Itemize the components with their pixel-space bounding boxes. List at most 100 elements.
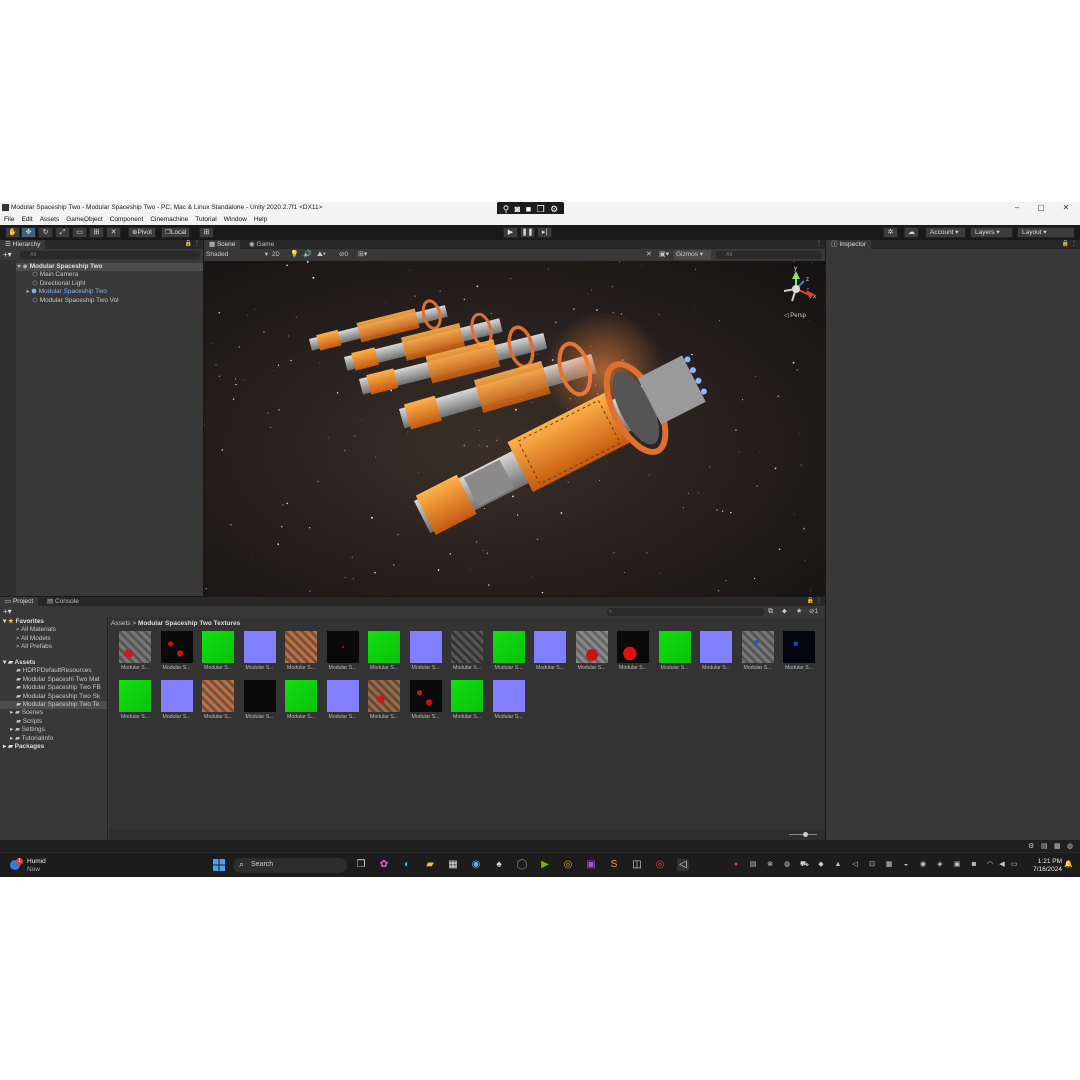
- minimize-button[interactable]: –: [1010, 203, 1024, 212]
- assets-header[interactable]: ▾ ▰ Assets: [3, 659, 107, 667]
- pause-button[interactable]: ❚❚: [520, 227, 535, 238]
- tray-icon-record[interactable]: ●: [732, 861, 740, 869]
- texture-thumbnail[interactable]: [451, 680, 483, 712]
- scale-tool-icon[interactable]: ⤢: [55, 227, 70, 238]
- file-explorer-icon[interactable]: ▰: [424, 859, 436, 871]
- effects-dropdown-icon[interactable]: ⛰▾: [317, 250, 326, 260]
- tray-icon-app-h[interactable]: ▣: [953, 861, 961, 869]
- sublime-icon[interactable]: S: [608, 859, 620, 871]
- add-dropdown-icon[interactable]: +▾: [3, 249, 12, 260]
- gizmos-dropdown[interactable]: Gizmos ▾: [674, 250, 711, 260]
- alienware-icon[interactable]: ♠: [493, 859, 505, 871]
- inspector-menu-icon[interactable]: 🔒 ⋮: [1062, 240, 1077, 249]
- collab-icon[interactable]: ✲: [883, 227, 898, 238]
- filter-label-icon[interactable]: ⬥: [782, 606, 787, 617]
- hidden-packages-toggle[interactable]: ⊘1: [809, 606, 818, 617]
- breadcrumb-root[interactable]: Assets: [111, 620, 131, 627]
- texture-thumbnail[interactable]: [617, 631, 649, 663]
- hidden-layers-toggle[interactable]: ⊘0: [339, 250, 348, 260]
- tab-hierarchy[interactable]: ☰ Hierarchy: [0, 240, 46, 249]
- texture-thumbnail[interactable]: [119, 680, 151, 712]
- menu-window[interactable]: Window: [224, 214, 247, 225]
- tray-icon-app-b[interactable]: ▲: [834, 861, 842, 869]
- scene-menu-icon[interactable]: ⋮: [816, 240, 822, 249]
- texture-thumbnail[interactable]: [700, 631, 732, 663]
- custom-tool-icon[interactable]: ✕: [106, 227, 121, 238]
- local-toggle[interactable]: ❒Local: [161, 227, 191, 238]
- folder-settings[interactable]: ▸ ▰ Settings: [10, 726, 107, 734]
- project-search-input[interactable]: ⌕: [607, 607, 764, 616]
- texture-thumbnail[interactable]: [575, 631, 608, 663]
- texture-thumbnail[interactable]: [160, 631, 193, 663]
- tray-icon-app-c[interactable]: ⊡: [868, 861, 876, 869]
- edge-browser-icon[interactable]: ◐: [401, 859, 413, 871]
- account-dropdown[interactable]: Account ▾: [925, 227, 966, 238]
- app-icon-3[interactable]: ◫: [631, 859, 643, 871]
- favorites-header[interactable]: ▾ ★ Favorites: [3, 618, 107, 626]
- scene-viewport[interactable]: y x z ◁ Persp: [204, 261, 825, 596]
- texture-thumbnail[interactable]: [451, 631, 483, 663]
- folder-materials[interactable]: ▰ Modular Spaceshi Two Mat: [16, 676, 107, 684]
- clipchamp-icon[interactable]: ▣: [585, 859, 597, 871]
- favorite-all-materials[interactable]: ⌕ All Materials: [16, 626, 107, 634]
- folder-tutorialinfo[interactable]: ▸ ▰ TutorialInfo: [10, 735, 107, 743]
- menu-assets[interactable]: Assets: [40, 214, 60, 225]
- favorite-all-prefabs[interactable]: ⌕ All Prefabs: [16, 643, 107, 651]
- tray-icon-app-g[interactable]: ◈: [936, 861, 944, 869]
- texture-thumbnail[interactable]: [492, 680, 525, 712]
- tray-icon-app-f[interactable]: ◉: [919, 861, 927, 869]
- folder-skybox[interactable]: ▰ Modular Spaceship Two Sk: [16, 693, 107, 701]
- menu-tutorial[interactable]: Tutorial: [195, 214, 216, 225]
- tray-icon-vs[interactable]: ◁: [851, 861, 859, 869]
- texture-thumbnail[interactable]: [202, 631, 234, 663]
- tree-item-scene[interactable]: ▾ ◈ Modular Spaceship Two: [16, 263, 203, 272]
- folder-hdrp-default-resources[interactable]: ▰ HDRPDefaultResources: [16, 667, 107, 675]
- tree-item-volume[interactable]: ⬡ Modular Spaceship Two Vol: [32, 297, 203, 305]
- audio-toggle-icon[interactable]: 🔊: [303, 250, 312, 260]
- folder-textures[interactable]: ▰ Modular Spaceship Two Te: [0, 701, 107, 710]
- menu-component[interactable]: Component: [110, 214, 144, 225]
- status-icon-d[interactable]: ◍: [1067, 842, 1073, 850]
- project-menu-icon[interactable]: 🔒 ⋮: [807, 597, 822, 606]
- grid-dropdown-icon[interactable]: ⊞▾: [358, 250, 367, 260]
- app-icon-2[interactable]: ◯: [516, 859, 528, 871]
- rect-tool-icon[interactable]: ▭: [72, 227, 87, 238]
- menu-help[interactable]: Help: [254, 214, 267, 225]
- tray-icon-teams[interactable]: ▤: [749, 861, 757, 869]
- maximize-button[interactable]: ▢: [1034, 203, 1048, 212]
- menu-edit[interactable]: Edit: [21, 214, 32, 225]
- status-icon-c[interactable]: ▦: [1054, 842, 1061, 850]
- texture-thumbnail[interactable]: [285, 680, 317, 712]
- tree-item-directional-light[interactable]: ⬡ Directional Light: [32, 280, 203, 288]
- favorite-all-models[interactable]: ⌕ All Models: [16, 635, 107, 643]
- texture-thumbnail[interactable]: [119, 631, 151, 663]
- menu-cinemachine[interactable]: Cinemachine: [150, 214, 188, 225]
- texture-thumbnail[interactable]: [409, 631, 442, 663]
- texture-thumbnail[interactable]: [409, 680, 442, 712]
- layers-dropdown[interactable]: Layers ▾: [970, 227, 1013, 238]
- tab-game[interactable]: ◉ Game: [244, 240, 279, 249]
- texture-thumbnail[interactable]: [658, 631, 691, 663]
- tab-scene[interactable]: ▦ Scene: [204, 240, 241, 249]
- texture-thumbnail[interactable]: [783, 631, 815, 663]
- texture-thumbnail[interactable]: [326, 680, 359, 712]
- tray-icon-app-i[interactable]: ◙: [970, 861, 978, 869]
- copilot-icon[interactable]: ✿: [378, 859, 390, 871]
- scene-search-input[interactable]: All: [716, 251, 822, 259]
- task-view-icon[interactable]: ❐: [355, 859, 367, 871]
- wifi-icon[interactable]: ◠: [986, 861, 994, 869]
- volume-icon[interactable]: ◀: [998, 861, 1006, 869]
- breadcrumb-current[interactable]: Modular Spaceship Two Textures: [138, 620, 240, 627]
- app-icon-1[interactable]: ◉: [470, 859, 482, 871]
- folder-scenes[interactable]: ▸ ▰ Scenes: [10, 709, 107, 717]
- tray-icon-car[interactable]: ⛟: [800, 861, 809, 869]
- texture-thumbnail[interactable]: [492, 631, 525, 663]
- taskbar-clock[interactable]: 1:21 PM 7/16/2024: [1024, 858, 1062, 874]
- notifications-bell-icon[interactable]: 🔔: [1064, 861, 1073, 869]
- pivot-toggle[interactable]: ⊕Pivot: [128, 227, 156, 238]
- texture-thumbnail[interactable]: [243, 680, 276, 712]
- chrome-icon[interactable]: ◎: [562, 859, 574, 871]
- windows-start-icon[interactable]: [213, 859, 225, 871]
- status-icon-b[interactable]: ▤: [1041, 842, 1048, 850]
- texture-thumbnail[interactable]: [368, 680, 400, 712]
